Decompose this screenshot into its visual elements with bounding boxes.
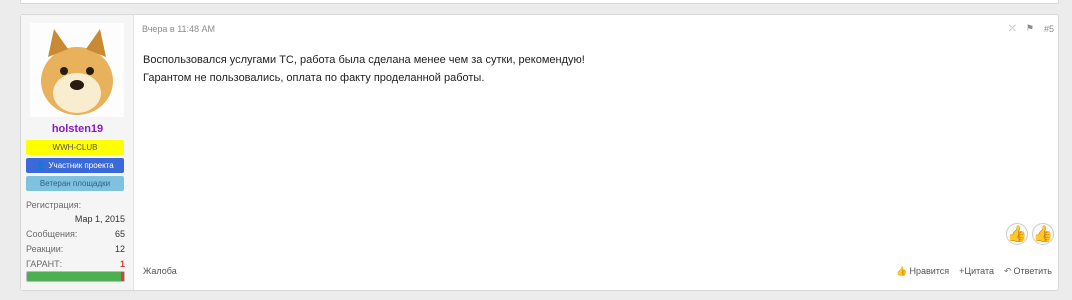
- forum-post: holsten19 WWH-CLUB 👤 Участник проекта Ве…: [20, 14, 1059, 291]
- post-number[interactable]: #5: [1044, 24, 1054, 34]
- stat-garant: ГАРАНТ: 1: [26, 259, 125, 269]
- reaction-buttons: 👍 👍: [1006, 223, 1054, 245]
- reply-link[interactable]: ↶ Ответить: [1004, 266, 1052, 277]
- post-line: Воспользовался услугами ТС, работа была …: [143, 54, 585, 66]
- post-date[interactable]: Вчера в 11:48 AM: [142, 24, 215, 34]
- stat-value: 1: [119, 259, 125, 269]
- previous-post-bottom: [20, 0, 1059, 4]
- bookmark-icon[interactable]: ⚑: [1026, 23, 1034, 34]
- stat-label: Сообщения:: [26, 229, 78, 239]
- badge-veteran: Ветеран площадки: [26, 176, 124, 191]
- footer-actions: 👍 Нравится +Цитата ↶ Ответить: [896, 266, 1052, 277]
- post-footer: Жалоба 👍 Нравится +Цитата ↶ Ответить: [143, 266, 1052, 277]
- stat-label: Реакции:: [26, 244, 64, 254]
- stat-value: 65: [114, 229, 125, 239]
- user-icon: 👤: [36, 161, 49, 170]
- post-main: Вчера в 11:48 AM ⤫ ⚑ #5 Воспользовался у…: [134, 15, 1058, 290]
- post-actions: ⤫ ⚑ #5: [1009, 23, 1054, 34]
- stat-registration-date: Мар 1, 2015: [26, 214, 125, 224]
- stat-value: 12: [114, 244, 125, 254]
- post-body: Воспользовался услугами ТС, работа была …: [143, 51, 585, 87]
- like-icon: 👍: [896, 266, 908, 276]
- quote-link[interactable]: +Цитата: [959, 266, 994, 277]
- avatar[interactable]: [30, 23, 124, 117]
- reply-label: Ответить: [1013, 266, 1052, 276]
- user-sidebar: holsten19 WWH-CLUB 👤 Участник проекта Ве…: [21, 15, 134, 290]
- stat-label: Регистрация:: [26, 200, 82, 210]
- garant-rating-bar: [26, 271, 125, 282]
- stat-registration: Регистрация:: [26, 200, 125, 210]
- thumbs-up-icon[interactable]: 👍: [1006, 223, 1028, 245]
- stat-label: ГАРАНТ:: [26, 259, 63, 269]
- like-link[interactable]: 👍 Нравится: [896, 266, 949, 277]
- report-link[interactable]: Жалоба: [143, 266, 177, 277]
- username[interactable]: holsten19: [21, 123, 134, 135]
- badge-project-member: 👤 Участник проекта: [26, 158, 124, 173]
- stat-messages: Сообщения: 65: [26, 229, 125, 239]
- badge-project-member-label: Участник проекта: [48, 161, 114, 170]
- post-line: Гарантом не пользовались, оплата по факт…: [143, 72, 485, 84]
- reply-icon: ↶: [1003, 266, 1012, 276]
- stat-reactions: Реакции: 12: [26, 244, 125, 254]
- badge-wwh-club: WWH-CLUB: [26, 140, 124, 155]
- rating-bar-end: [121, 272, 124, 281]
- thumbs-up-filled-icon[interactable]: 👍: [1032, 223, 1054, 245]
- stat-value: Мар 1, 2015: [74, 214, 125, 224]
- like-label: Нравится: [909, 266, 950, 276]
- share-icon[interactable]: ⤫: [1009, 23, 1016, 34]
